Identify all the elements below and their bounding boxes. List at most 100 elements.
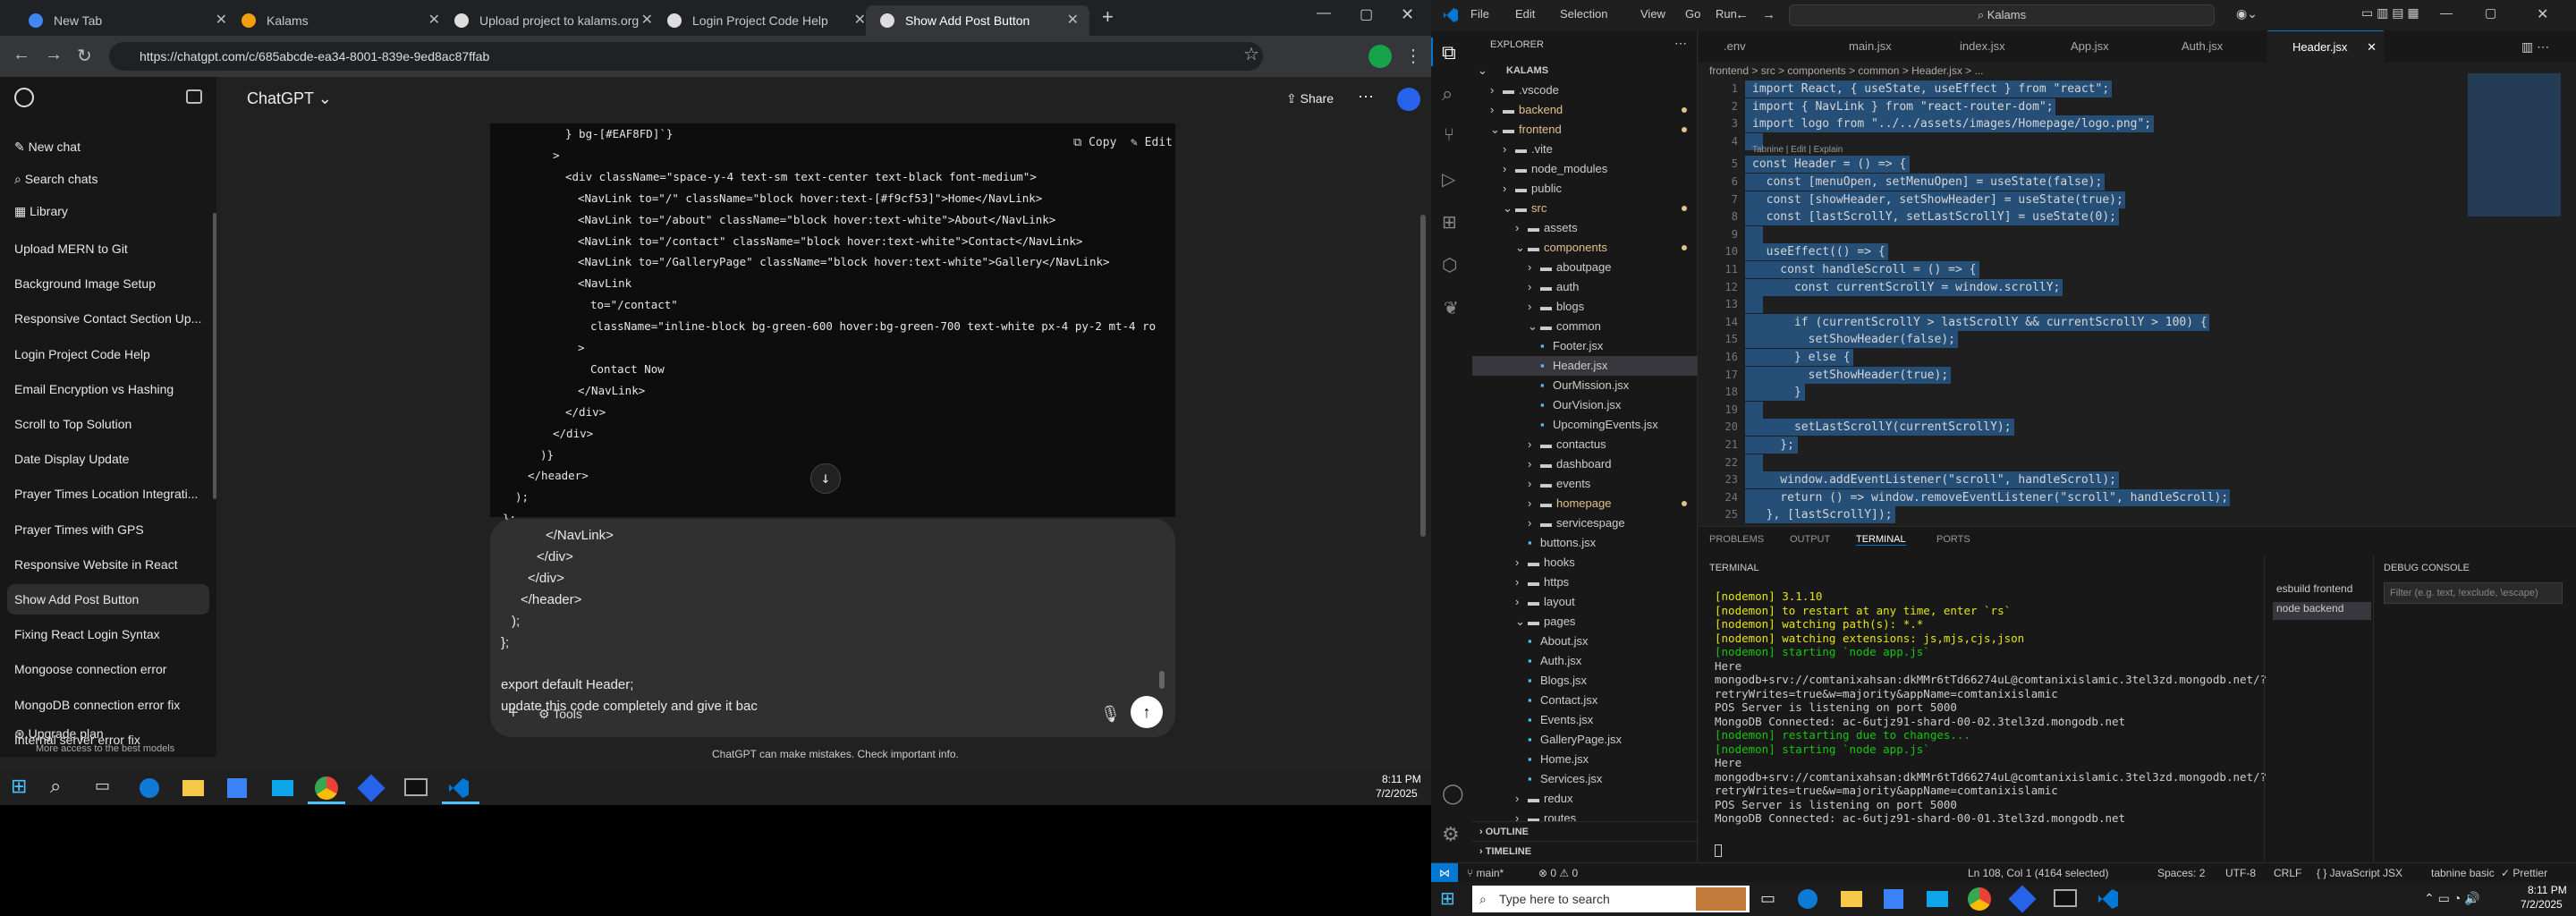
chat-history-item[interactable]: Upload MERN to Git	[14, 242, 128, 256]
send-button[interactable]: ↑	[1131, 696, 1163, 728]
clock-date[interactable]: 7/2/2025	[1376, 787, 1418, 800]
chrome-tab-active[interactable]: Show Add Post Button ✕	[866, 5, 1089, 36]
clock-time[interactable]: 8:11 PM	[1382, 773, 1421, 785]
mail-icon[interactable]	[272, 780, 293, 796]
sidebar-scrollbar[interactable]	[213, 213, 216, 499]
message-composer[interactable]: </NavLink> </div> </div> </header>);}; expor…	[490, 519, 1175, 737]
tree-item[interactable]: ▪ OurMission.jsx	[1472, 376, 1698, 395]
chat-history-item[interactable]: Email Encryption vs Hashing	[14, 382, 174, 396]
manage-gear-icon[interactable]: ⚙	[1442, 823, 1460, 846]
tree-item[interactable]: ▪ Contact.jsx	[1472, 691, 1698, 710]
tree-item[interactable]: › ▬ dashboard	[1472, 454, 1698, 474]
nav-back-icon[interactable]: ←	[1735, 7, 1749, 22]
menu-item[interactable]: Run	[1716, 7, 1737, 21]
run-debug-icon[interactable]: ▷	[1442, 168, 1455, 191]
panel-tab[interactable]: PROBLEMS	[1709, 534, 1764, 545]
new-tab-icon[interactable]: +	[1102, 5, 1114, 29]
menu-item[interactable]: Selection	[1560, 7, 1607, 21]
vscode-insiders-icon[interactable]	[357, 774, 386, 802]
panel-tab[interactable]: PORTS	[1936, 534, 1970, 545]
tree-item[interactable]: ⌄ KALAMS	[1472, 61, 1698, 81]
close-window-icon[interactable]: ✕	[1401, 5, 1414, 24]
more-options-icon[interactable]: ⋯	[1358, 88, 1374, 106]
tree-item[interactable]: › ▬ auth	[1472, 277, 1698, 297]
chat-history-item[interactable]: Responsive Website in React	[14, 557, 178, 572]
editor-tab[interactable]: index.jsx	[1935, 30, 2046, 63]
editor-tab[interactable]: Auth.jsx	[2157, 30, 2267, 63]
menu-item[interactable]: File	[1470, 7, 1489, 21]
reload-icon[interactable]: ↻	[77, 45, 92, 67]
layout-icons[interactable]: ▭ ▥ ▤ ▦	[2361, 5, 2419, 21]
tree-item[interactable]: ▪ Footer.jsx	[1472, 336, 1698, 356]
mongodb-icon[interactable]: ❦	[1444, 297, 1459, 319]
line-ending[interactable]: CRLF	[2274, 867, 2301, 879]
breadcrumb[interactable]: frontend > src > components > common > H…	[1709, 64, 1984, 77]
close-tab-icon[interactable]: ✕	[2367, 31, 2377, 64]
terminal-list-item[interactable]: node backend	[2273, 602, 2371, 620]
debug-filter-input[interactable]: Filter (e.g. text, !exclude, \escape)	[2384, 582, 2563, 604]
close-window-icon[interactable]: ✕	[2537, 5, 2548, 23]
maximize-icon[interactable]: ▢	[1360, 5, 1373, 23]
file-explorer-icon[interactable]	[1841, 891, 1862, 907]
windows-start-icon[interactable]: ⊞	[1440, 887, 1455, 910]
close-tab-icon[interactable]: ✕	[428, 5, 440, 36]
chrome-icon[interactable]	[1968, 887, 1991, 911]
task-view-icon[interactable]: ▭	[1760, 889, 1775, 908]
share-button[interactable]: ⇪ Share	[1286, 91, 1334, 106]
close-tab-icon[interactable]: ✕	[216, 5, 227, 36]
tree-item[interactable]: ▪ Services.jsx	[1472, 769, 1698, 789]
panel-tab[interactable]: OUTPUT	[1790, 534, 1830, 545]
tree-item[interactable]: ⌄ ▬ common	[1472, 317, 1698, 336]
add-attachment-icon[interactable]: +	[508, 703, 519, 724]
chat-history-item[interactable]: Mongoose connection error	[14, 662, 166, 676]
menu-item[interactable]: Go	[1685, 7, 1700, 21]
bookmark-star-icon[interactable]: ☆	[1243, 43, 1259, 65]
terminal-list-item[interactable]: esbuild frontend	[2273, 582, 2371, 600]
tabnine-status[interactable]: tabnine basic	[2431, 867, 2495, 879]
remote-icon[interactable]: ⋈	[1431, 863, 1458, 883]
chat-history-item[interactable]: Background Image Setup	[14, 276, 156, 291]
extensions-icon[interactable]: ⊞	[1442, 211, 1457, 233]
tree-item[interactable]: › ▬ redux	[1472, 789, 1698, 809]
mail-icon[interactable]	[1927, 891, 1948, 907]
tree-item[interactable]: › ▬ servicespage	[1472, 513, 1698, 533]
source-control-icon[interactable]: ⑂	[1444, 125, 1454, 146]
back-icon[interactable]: ←	[13, 45, 30, 65]
search-chats-button[interactable]: ⌕ Search chats	[14, 172, 97, 187]
store-icon[interactable]	[1884, 889, 1903, 909]
outline-section[interactable]: › OUTLINE	[1472, 821, 1698, 841]
search-icon[interactable]: ⌕	[50, 775, 61, 798]
address-bar[interactable]: https://chatgpt.com/c/685abcde-ea34-8001…	[109, 42, 1263, 71]
editor-tab[interactable]: App.jsx	[2046, 30, 2157, 63]
chat-history-item[interactable]: Scroll to Top Solution	[14, 417, 131, 431]
tree-item[interactable]: › ▬ assets	[1472, 218, 1698, 238]
account-icon[interactable]: ◯	[1442, 782, 1464, 805]
tree-item[interactable]: › ▬ backend	[1472, 100, 1698, 120]
tree-item[interactable]: › ▬ aboutpage	[1472, 258, 1698, 277]
tree-item[interactable]: › ▬ https	[1472, 572, 1698, 592]
menu-item[interactable]: Edit	[1515, 7, 1535, 21]
forward-icon[interactable]: →	[45, 45, 63, 65]
chat-history-item[interactable]: Prayer Times with GPS	[14, 522, 144, 537]
menu-item[interactable]: View	[1640, 7, 1665, 21]
tree-item[interactable]: ▪ Header.jsx	[1472, 356, 1698, 376]
tree-item[interactable]: ▪ Auth.jsx	[1472, 651, 1698, 671]
indentation[interactable]: Spaces: 2	[2157, 867, 2205, 879]
page-scrollbar[interactable]	[1420, 215, 1426, 537]
scroll-down-arrow-icon[interactable]: ↓	[810, 463, 841, 494]
nav-forward-icon[interactable]: →	[1762, 7, 1775, 22]
tools-button[interactable]: ⚙ Tools	[538, 707, 582, 722]
new-chat-button[interactable]: ✎ New chat	[14, 140, 80, 155]
command-center-search[interactable]: ⌕ Kalams	[1789, 4, 2215, 26]
editor-tab[interactable]: main.jsx	[1824, 30, 1935, 63]
chrome-icon[interactable]	[315, 776, 338, 800]
edge-icon[interactable]	[1798, 889, 1818, 909]
model-selector[interactable]: ChatGPT ⌄	[247, 89, 332, 108]
prettier-status[interactable]: ✓ Prettier	[2501, 867, 2547, 879]
upgrade-plan-button[interactable]: ⊛ Upgrade plan	[14, 726, 104, 742]
tree-item[interactable]: ⌄ ▬ components	[1472, 238, 1698, 258]
tree-item[interactable]: › ▬ blogs	[1472, 297, 1698, 317]
encoding[interactable]: UTF-8	[2225, 867, 2256, 879]
tree-item[interactable]: › ▬ hooks	[1472, 553, 1698, 572]
vscode-insiders-icon[interactable]	[2008, 885, 2037, 913]
